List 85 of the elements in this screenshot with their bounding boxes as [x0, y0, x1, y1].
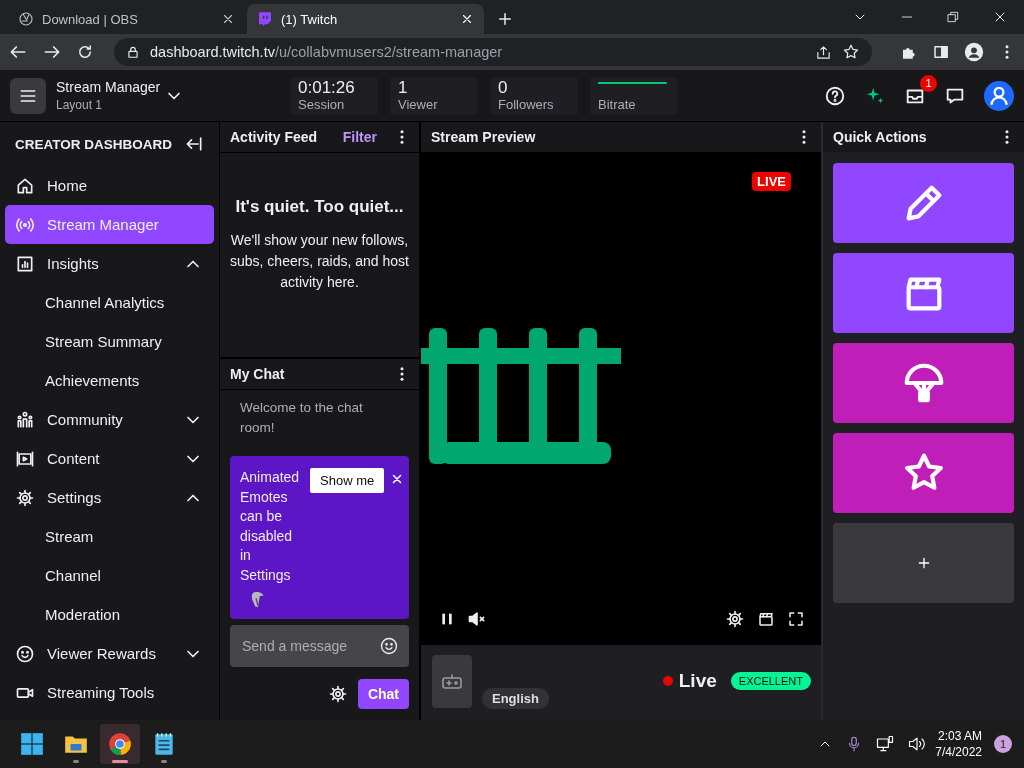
stat-label: Bitrate — [598, 96, 636, 113]
star-icon[interactable] — [842, 43, 860, 61]
add-action-tile[interactable] — [833, 523, 1014, 603]
panel-title: Quick Actions — [833, 129, 928, 145]
emoji-icon[interactable] — [379, 636, 399, 656]
panel-title: Activity Feed — [230, 129, 319, 145]
sidebar-item[interactable]: Home — [0, 166, 219, 205]
clock[interactable]: 2:03 AM 7/4/2022 — [935, 728, 982, 760]
stat-value: 0:01:26 — [298, 78, 355, 97]
pause-icon[interactable] — [439, 611, 455, 627]
sidebar-subitem[interactable]: Moderation — [0, 595, 219, 634]
notice-text: Animated Emotes can be disabled in Settings — [240, 468, 301, 585]
sidebar-title: CREATOR DASHBOARD — [15, 136, 172, 152]
settings-icon[interactable] — [725, 609, 745, 629]
quick-action-tile[interactable] — [833, 433, 1014, 513]
quick-action-tile[interactable] — [833, 163, 1014, 243]
restore-icon[interactable] — [946, 10, 960, 24]
stat-label: Followers — [498, 97, 554, 113]
quick-action-tile[interactable] — [833, 343, 1014, 423]
browser-tab[interactable]: (1) Twitch — [247, 4, 484, 34]
sidebar-subitem[interactable]: Channel Analytics — [0, 283, 219, 322]
sidebar-item[interactable]: Viewer Rewards — [0, 634, 219, 673]
quality-badge: EXCELLENT — [730, 672, 811, 690]
notification-count[interactable]: 1 — [994, 735, 1012, 753]
help-icon[interactable] — [824, 84, 846, 107]
chat-button[interactable]: Chat — [357, 679, 409, 709]
side-panel-icon[interactable] — [932, 43, 950, 61]
language-tag[interactable]: English — [482, 688, 549, 709]
browser-icon — [107, 731, 133, 757]
url-text: dashboard.twitch.tv/u/collabvmusers2/stream-manager — [150, 44, 504, 60]
message-field[interactable]: Send a message — [230, 625, 409, 667]
taskbar-app[interactable] — [100, 724, 140, 764]
status-dot — [662, 676, 673, 686]
address-bar[interactable]: dashboard.twitch.tv/u/collabvmusers2/stream-manager — [114, 38, 872, 66]
empty-heading: It's quiet. Too quiet... — [234, 197, 405, 217]
sidebar-item[interactable]: Community — [0, 400, 219, 439]
profile-icon[interactable] — [964, 42, 984, 62]
panel-title: Stream Preview — [431, 129, 537, 145]
people-icon — [15, 409, 35, 430]
windows-logo-icon — [19, 731, 45, 757]
reload-icon[interactable] — [76, 43, 94, 61]
live-badge: LIVE — [752, 172, 791, 191]
sidebar-item[interactable]: Content — [0, 439, 219, 478]
clock-time: 2:03 AM — [937, 728, 982, 744]
sidebar-item[interactable]: Streaming Tools — [0, 673, 219, 712]
sidebar-item[interactable]: Insights — [0, 244, 219, 283]
clapper-icon[interactable] — [757, 610, 775, 628]
smiley-icon — [15, 643, 35, 664]
close-icon[interactable] — [221, 12, 235, 26]
notification-badge: 1 — [920, 74, 937, 92]
close-icon[interactable] — [460, 12, 474, 26]
live-status: Live — [678, 670, 717, 692]
filter-link[interactable]: Filter — [342, 129, 377, 145]
chat-message: Welcome to the chat room! — [239, 399, 364, 437]
menu-button[interactable] — [10, 77, 46, 114]
stat-label: Viewer — [398, 97, 438, 113]
quick-action-tile[interactable] — [833, 253, 1014, 333]
panel-title: My Chat — [230, 366, 286, 382]
new-tab-icon[interactable] — [496, 10, 514, 28]
browser-tab[interactable]: Download | OBS — [8, 4, 245, 34]
collapse-icon[interactable] — [184, 134, 204, 154]
sidebar-subitem[interactable]: Channel — [0, 556, 219, 595]
stat-value: 0 — [498, 78, 508, 97]
bubble-logo-icon — [257, 11, 273, 27]
avatar-icon[interactable] — [984, 80, 1014, 111]
layout-title: Stream Manager — [56, 79, 160, 95]
bitrate-sparkline — [598, 80, 668, 85]
sidebar-subitem[interactable]: Achievements — [0, 361, 219, 400]
stat-value: 1 — [398, 78, 408, 97]
globe-logo-icon — [18, 11, 34, 27]
clock-date: 7/4/2022 — [935, 744, 982, 760]
lock-icon — [126, 45, 140, 59]
share-icon[interactable] — [815, 43, 832, 61]
settings-icon — [15, 487, 35, 508]
sidebar-item[interactable]: Stream Manager — [5, 205, 214, 244]
fullscreen-icon[interactable] — [787, 610, 805, 628]
layout-subtitle: Layout 1 — [56, 98, 104, 112]
network-icon[interactable] — [875, 734, 896, 754]
stat-label: Session — [298, 97, 345, 113]
empty-message: We'll show your new follows, subs, cheers, raids, and host activity here. — [229, 231, 410, 292]
sidebar-subitem[interactable]: Stream — [0, 517, 219, 556]
sidebar-item[interactable]: Settings — [0, 478, 219, 517]
sidebar-subitem[interactable]: Stream Summary — [0, 322, 219, 361]
show-me-button[interactable]: Show me — [310, 468, 385, 493]
settings-icon[interactable] — [327, 684, 348, 704]
